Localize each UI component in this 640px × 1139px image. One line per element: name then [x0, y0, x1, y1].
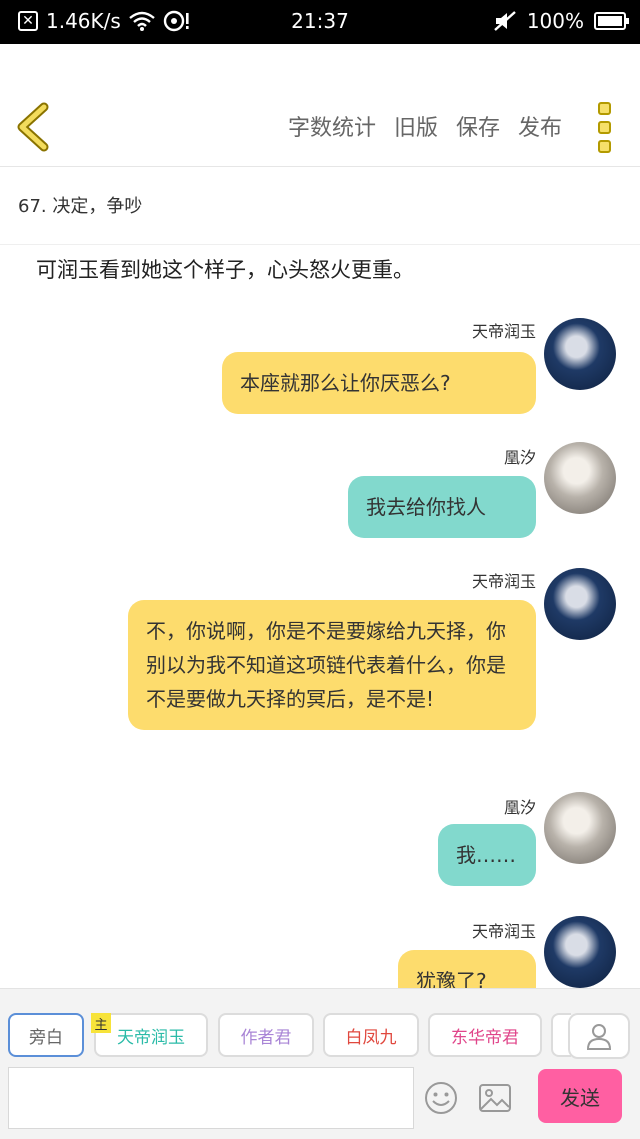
message-bubble[interactable]: 不，你说啊，你是不是要嫁给九天择，你别以为我不知道这项链代表着什么，你是不是要做…	[128, 600, 536, 730]
host-badge: 主	[91, 1013, 111, 1033]
more-menu-icon[interactable]	[598, 102, 614, 158]
role-chip-label: 作者君	[240, 1027, 292, 1048]
composer-panel: 旁白 天帝润玉 主 作者君 白凤九 东华帝君 发送	[0, 988, 640, 1139]
message-input[interactable]	[8, 1067, 414, 1129]
message-bubble[interactable]: 我去给你找人	[348, 476, 536, 538]
message-bubble[interactable]: 我……	[438, 824, 536, 886]
status-bar: ✕ 1.46K/s 21:37 100%	[0, 0, 640, 44]
message-sender-name: 凰汐	[503, 798, 536, 817]
word-count-button[interactable]: 字数统计	[288, 110, 376, 142]
send-button[interactable]: 发送	[538, 1069, 622, 1123]
back-chevron-icon[interactable]	[14, 102, 54, 152]
avatar[interactable]	[544, 318, 616, 390]
old-version-button[interactable]: 旧版	[394, 110, 438, 142]
avatar[interactable]	[544, 568, 616, 640]
role-chip-narration[interactable]: 旁白	[8, 1013, 84, 1057]
divider	[0, 244, 640, 245]
role-chip-label: 天帝润玉	[117, 1027, 185, 1048]
message-sender-name: 天帝润玉	[471, 572, 536, 591]
avatar[interactable]	[544, 792, 616, 864]
mute-icon	[494, 11, 516, 31]
message-bubble[interactable]: 犹豫了?	[398, 950, 536, 988]
save-button[interactable]: 保存	[456, 110, 500, 142]
message-sender-name: 天帝润玉	[471, 922, 536, 941]
role-chip-tiandi-runyu[interactable]: 天帝润玉	[94, 1013, 208, 1057]
role-chip-author[interactable]: 作者君	[218, 1013, 314, 1057]
editor-toolbar: 字数统计 旧版 保存 发布	[0, 44, 640, 167]
role-chip-label: 东华帝君	[451, 1027, 519, 1048]
avatar[interactable]	[544, 916, 616, 988]
user-icon	[586, 1024, 612, 1050]
role-chip-donghua-dijun[interactable]: 东华帝君	[428, 1013, 542, 1057]
role-chip-label: 旁白	[29, 1027, 63, 1048]
chapter-title[interactable]: 67. 决定，争吵	[18, 192, 142, 218]
publish-button[interactable]: 发布	[518, 110, 562, 142]
profile-button[interactable]	[568, 1013, 630, 1059]
battery-icon	[594, 12, 629, 30]
role-chip-bai-fengjiu[interactable]: 白凤九	[323, 1013, 419, 1057]
chat-scroll-area[interactable]: 可润玉看到她这个样子，心头怒火更重。 天帝润玉 本座就那么让你厌恶么? 凰汐 我…	[0, 246, 640, 988]
message-sender-name: 凰汐	[503, 448, 536, 467]
image-icon[interactable]	[478, 1083, 512, 1113]
battery-percent: 100%	[526, 9, 584, 33]
toolbar-actions: 字数统计 旧版 保存 发布	[288, 110, 562, 142]
avatar[interactable]	[544, 442, 616, 514]
emoji-icon[interactable]	[424, 1081, 458, 1115]
role-chip-label: 白凤九	[345, 1027, 397, 1048]
message-sender-name: 天帝润玉	[471, 322, 536, 341]
message-bubble[interactable]: 本座就那么让你厌恶么?	[222, 352, 536, 414]
narration-text: 可润玉看到她这个样子，心头怒火更重。	[36, 258, 414, 282]
